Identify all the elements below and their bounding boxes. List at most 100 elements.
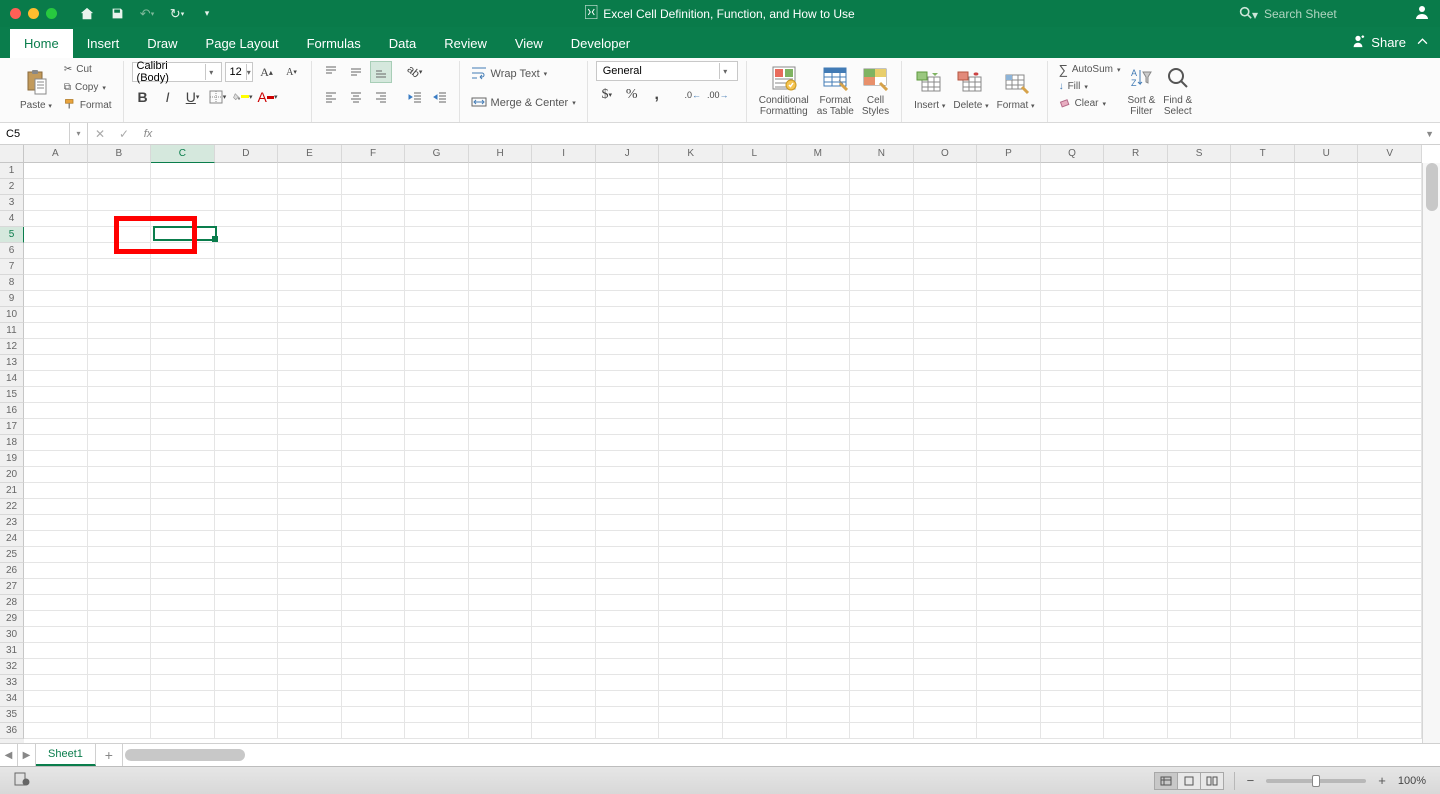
cell[interactable] [88,419,152,435]
cell[interactable] [977,371,1041,387]
cell[interactable] [1041,195,1105,211]
cell[interactable] [151,419,215,435]
cell[interactable] [914,675,978,691]
cell[interactable] [532,371,596,387]
sheet-nav-prev-icon[interactable]: ◀ [0,744,18,766]
cell[interactable] [787,323,851,339]
cell[interactable] [723,435,787,451]
cell[interactable] [914,323,978,339]
cell[interactable] [977,195,1041,211]
cell[interactable] [787,307,851,323]
cell[interactable] [151,323,215,339]
cell[interactable] [215,243,279,259]
cell[interactable] [88,499,152,515]
row-header[interactable]: 3 [0,195,24,211]
cell[interactable] [1358,675,1422,691]
cell[interactable] [24,579,88,595]
cell[interactable] [1168,483,1232,499]
cell[interactable] [1104,483,1168,499]
cell[interactable] [1231,371,1295,387]
cell[interactable] [88,435,152,451]
cell[interactable] [1231,211,1295,227]
format-as-table-button[interactable]: Format as Table [813,61,858,119]
cell[interactable] [659,323,723,339]
search-sheet-container[interactable]: ▾ [1239,6,1404,22]
cell[interactable] [24,691,88,707]
cell[interactable] [1295,403,1359,419]
cell[interactable] [24,371,88,387]
cell[interactable] [659,611,723,627]
cell[interactable] [850,403,914,419]
cell[interactable] [215,291,279,307]
column-header[interactable]: J [596,145,660,163]
cell[interactable] [88,531,152,547]
cell[interactable] [215,675,279,691]
cell[interactable] [914,291,978,307]
cell[interactable] [723,723,787,739]
cell[interactable] [24,659,88,675]
cell[interactable] [469,355,533,371]
cell[interactable] [977,259,1041,275]
cell[interactable] [342,563,406,579]
cell[interactable] [151,595,215,611]
cell[interactable] [850,243,914,259]
cell[interactable] [1295,691,1359,707]
cell[interactable] [215,467,279,483]
cell[interactable] [342,419,406,435]
cell[interactable] [914,275,978,291]
cell[interactable] [469,643,533,659]
cell[interactable] [532,627,596,643]
cell[interactable] [914,467,978,483]
cell[interactable] [532,355,596,371]
cell[interactable] [278,355,342,371]
cell[interactable] [1041,627,1105,643]
cell[interactable] [342,243,406,259]
cell[interactable] [24,547,88,563]
cell[interactable] [659,499,723,515]
cell[interactable] [850,451,914,467]
column-header[interactable]: A [24,145,88,163]
cell[interactable] [1168,275,1232,291]
decrease-font-icon[interactable]: A▾ [281,61,303,83]
cell[interactable] [850,723,914,739]
cell[interactable] [1358,723,1422,739]
cell[interactable] [151,531,215,547]
cell[interactable] [659,387,723,403]
cell[interactable] [1041,547,1105,563]
cell[interactable] [88,323,152,339]
cell[interactable] [151,243,215,259]
cell[interactable] [1104,595,1168,611]
cell[interactable] [596,499,660,515]
cell[interactable] [659,531,723,547]
cell[interactable] [1041,339,1105,355]
cell[interactable] [1358,595,1422,611]
cell[interactable] [977,515,1041,531]
cell[interactable] [659,419,723,435]
cell[interactable] [914,723,978,739]
cell[interactable] [278,243,342,259]
cell[interactable] [1104,691,1168,707]
cell[interactable] [151,467,215,483]
cell[interactable] [1041,355,1105,371]
cell[interactable] [405,163,469,179]
cell[interactable] [342,499,406,515]
cell[interactable] [24,339,88,355]
cell[interactable] [88,371,152,387]
cell[interactable] [405,611,469,627]
bold-button[interactable]: B [132,86,154,108]
cell[interactable] [787,211,851,227]
cell[interactable] [1168,435,1232,451]
cell[interactable] [1231,611,1295,627]
cell[interactable] [151,707,215,723]
cell[interactable] [1104,515,1168,531]
cell[interactable] [151,179,215,195]
cell[interactable] [1231,307,1295,323]
cell[interactable] [532,579,596,595]
font-name-dropdown[interactable]: Calibri (Body)▾ [132,62,222,82]
cell[interactable] [532,403,596,419]
increase-font-icon[interactable]: A▴ [256,61,278,83]
column-header[interactable]: R [1104,145,1168,163]
cell[interactable] [1231,691,1295,707]
decrease-indent-icon[interactable] [404,86,426,108]
cell[interactable] [405,371,469,387]
